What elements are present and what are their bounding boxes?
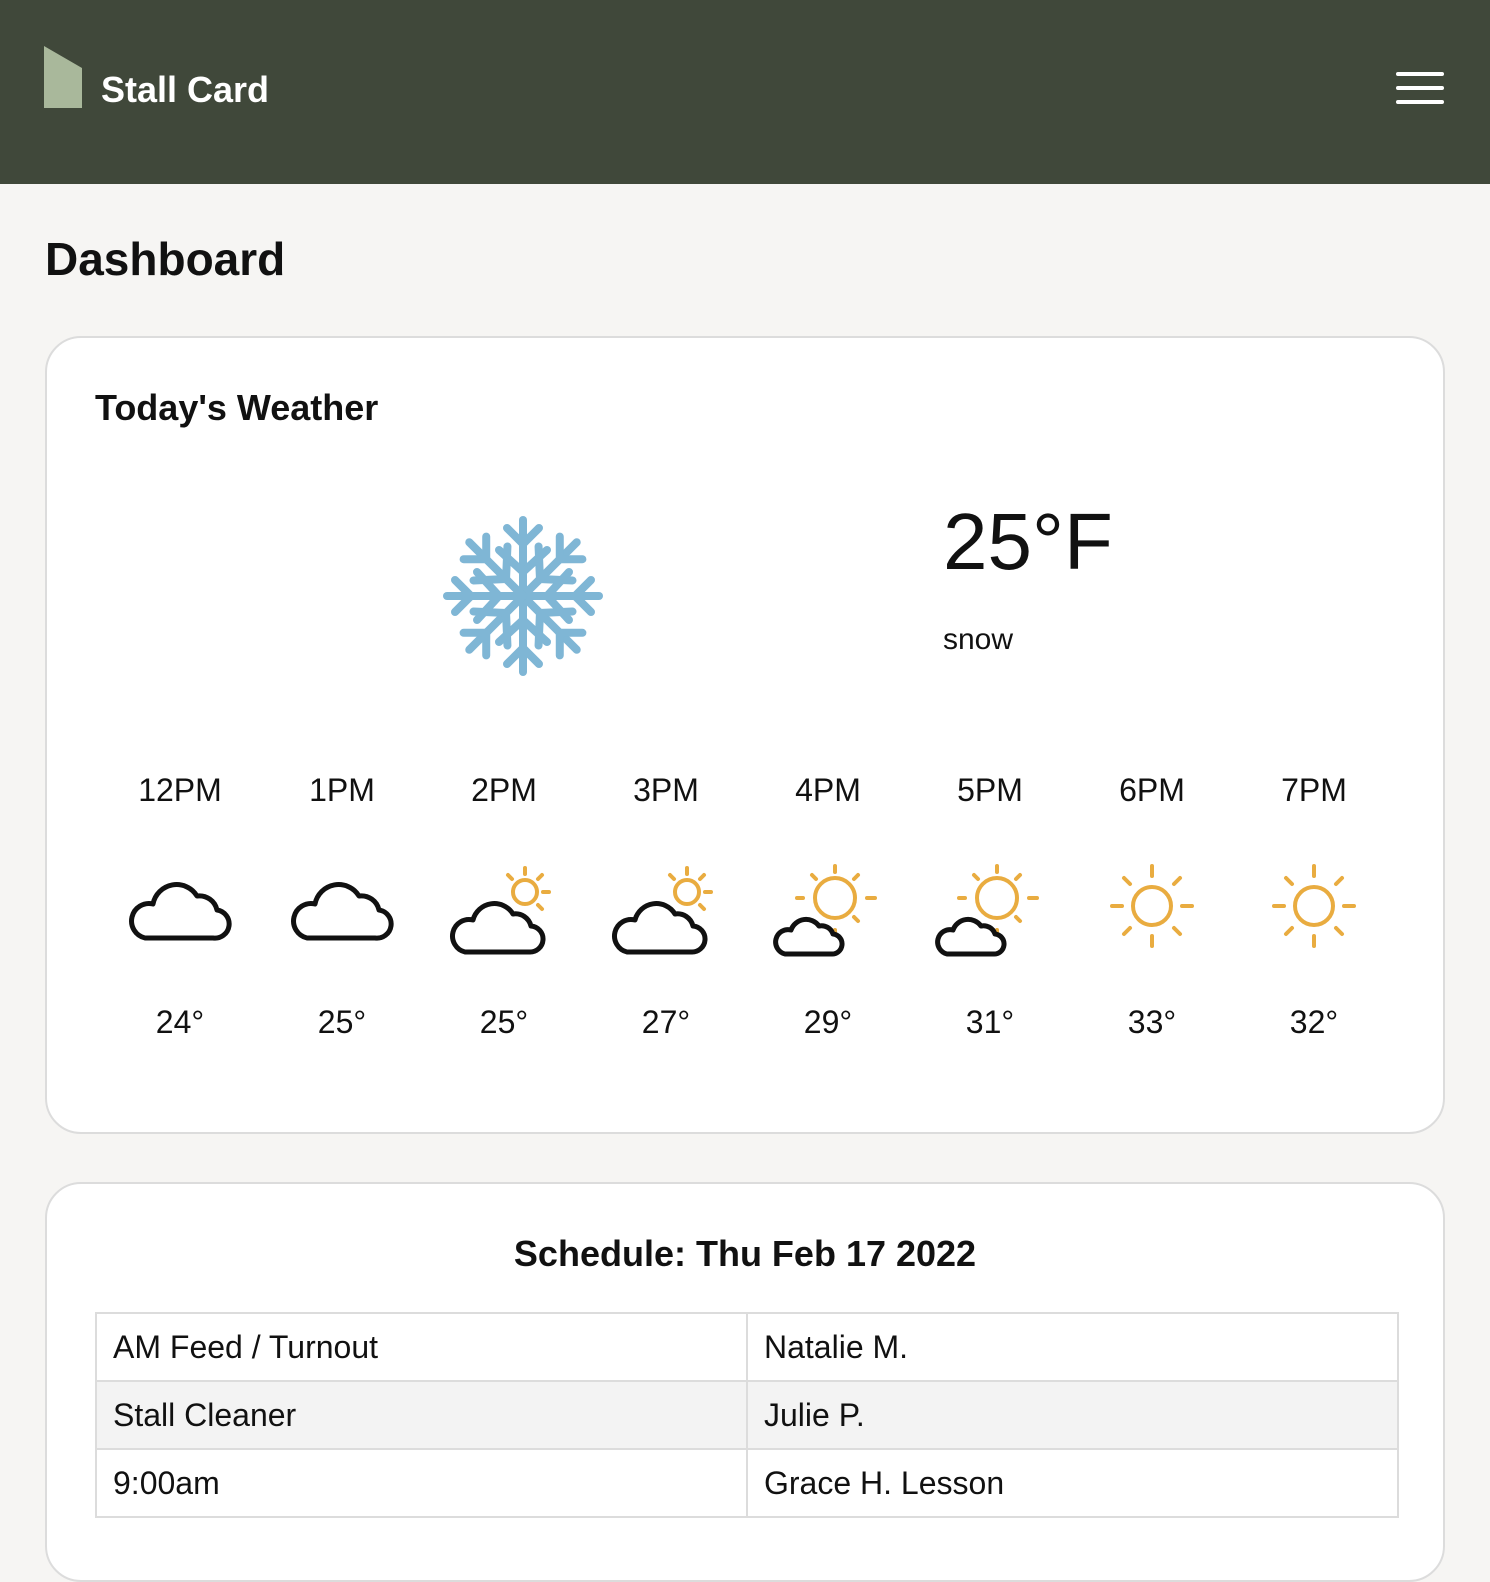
- hour-temperature: 27°: [641, 1004, 691, 1040]
- weather-card: Today's Weather 25°F snow 12PM 24° 1PM 2…: [45, 336, 1445, 1134]
- schedule-task: 9:00am: [95, 1448, 748, 1518]
- hour-time: 4PM: [795, 772, 861, 808]
- schedule-task: Stall Cleaner: [95, 1380, 748, 1450]
- menu-line: [1396, 86, 1444, 90]
- sun-icon: [1110, 864, 1194, 948]
- hour-temperature: 31°: [965, 1004, 1015, 1040]
- hour-temperature: 25°: [317, 1004, 367, 1040]
- partly-cloudy-icon: [935, 864, 1039, 957]
- page-title: Dashboard: [45, 233, 286, 285]
- mostly-cloudy-icon: [450, 866, 551, 955]
- table-row: AM Feed / Turnout Natalie M.: [95, 1312, 1399, 1382]
- snowflake-icon: [441, 516, 605, 678]
- hour-temperature: 33°: [1127, 1004, 1177, 1040]
- hour-time: 12PM: [138, 772, 222, 808]
- hour-temperature: 24°: [155, 1004, 205, 1040]
- schedule-person: Julie P.: [746, 1380, 1399, 1450]
- hour-time: 3PM: [633, 772, 699, 808]
- schedule-task: AM Feed / Turnout: [95, 1312, 748, 1382]
- hour-temperature: 25°: [479, 1004, 529, 1040]
- current-condition: snow: [943, 623, 1014, 656]
- hour-time: 2PM: [471, 772, 537, 808]
- schedule-table: AM Feed / Turnout Natalie M. Stall Clean…: [95, 1312, 1399, 1518]
- current-temperature: 25°F: [943, 497, 1113, 586]
- table-row: Stall Cleaner Julie P.: [95, 1380, 1399, 1450]
- hour-time: 1PM: [309, 772, 375, 808]
- schedule-title: Schedule: Thu Feb 17 2022: [513, 1233, 977, 1274]
- cloud-icon: [291, 882, 394, 941]
- schedule-person: Natalie M.: [746, 1312, 1399, 1382]
- hour-time: 5PM: [957, 772, 1023, 808]
- mostly-cloudy-icon: [612, 866, 713, 955]
- menu-line: [1396, 72, 1444, 76]
- sun-icon: [1272, 864, 1356, 948]
- menu-line: [1396, 100, 1444, 104]
- hour-time: 7PM: [1281, 772, 1347, 808]
- top-navigation-bar: Stall Card: [0, 0, 1490, 184]
- schedule-card: Schedule: Thu Feb 17 2022 AM Feed / Turn…: [45, 1182, 1445, 1582]
- schedule-person: Grace H. Lesson: [746, 1448, 1399, 1518]
- partly-cloudy-icon: [773, 864, 877, 957]
- weather-card-title: Today's Weather: [95, 387, 379, 428]
- cloud-icon: [129, 882, 232, 941]
- hour-temperature: 29°: [803, 1004, 853, 1040]
- hour-time: 6PM: [1119, 772, 1185, 808]
- hour-temperature: 32°: [1289, 1004, 1339, 1040]
- hamburger-menu-icon[interactable]: [1390, 64, 1450, 112]
- brand-name[interactable]: Stall Card: [101, 68, 269, 112]
- table-row: 9:00am Grace H. Lesson: [95, 1448, 1399, 1518]
- stall-card-logo-icon: [44, 46, 82, 108]
